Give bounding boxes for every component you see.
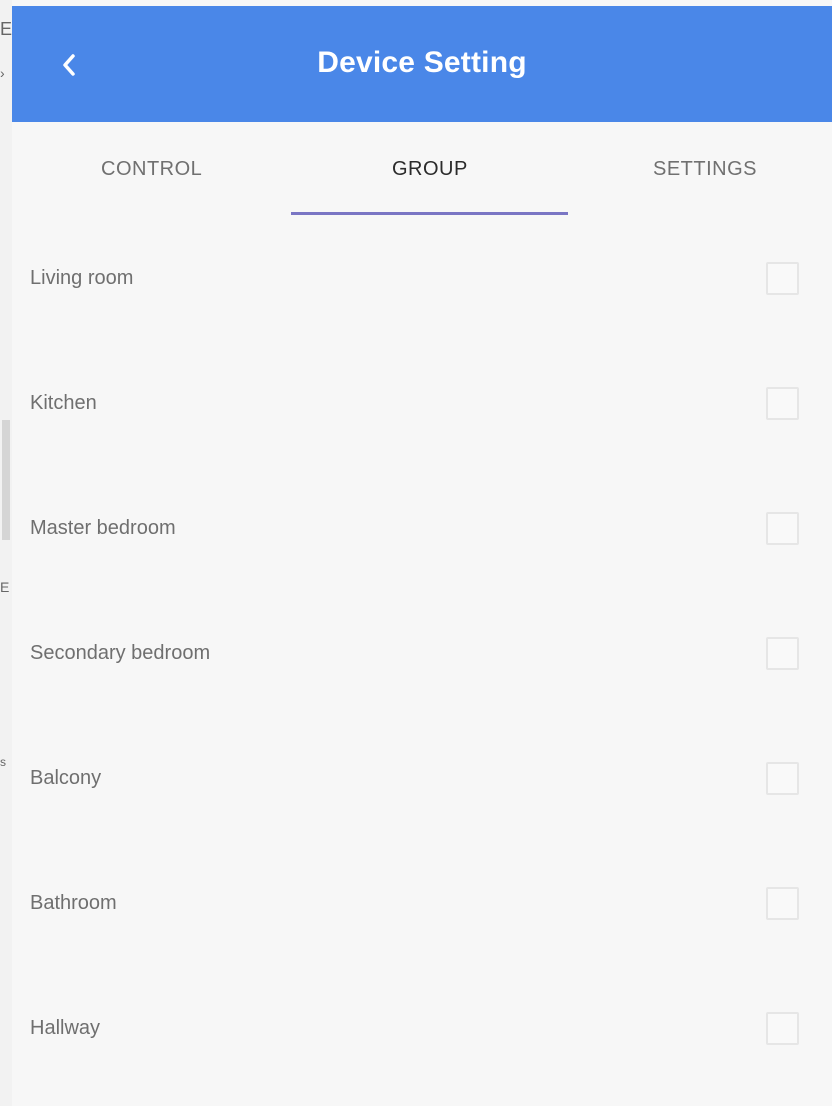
tab-bar: CONTROL GROUP SETTINGS <box>12 122 832 222</box>
background-text-fragment: E <box>0 19 13 39</box>
group-checkbox[interactable] <box>766 262 799 295</box>
group-item-balcony[interactable]: Balcony <box>12 717 832 842</box>
tab-control[interactable]: CONTROL <box>101 158 202 181</box>
group-label: Living room <box>30 267 134 289</box>
group-label: Balcony <box>30 767 102 789</box>
tab-settings[interactable]: SETTINGS <box>653 158 757 181</box>
group-checkbox[interactable] <box>766 637 799 670</box>
page-title: Device Setting <box>317 46 527 79</box>
group-item-bathroom[interactable]: Bathroom <box>12 842 832 967</box>
group-checkbox[interactable] <box>766 512 799 545</box>
group-list: Living room Kitchen Master bedroom Secon… <box>12 217 832 1092</box>
group-label: Hallway <box>30 1017 101 1039</box>
group-checkbox[interactable] <box>766 762 799 795</box>
group-label: Master bedroom <box>30 517 176 539</box>
background-text-fragment: › <box>0 65 5 81</box>
group-checkbox[interactable] <box>766 1012 799 1045</box>
app-bar: Device Setting <box>12 6 832 122</box>
background-text-fragment: E <box>0 579 10 595</box>
group-item-master-bedroom[interactable]: Master bedroom <box>12 467 832 592</box>
group-label: Bathroom <box>30 892 117 914</box>
active-tab-indicator <box>291 212 568 215</box>
group-checkbox[interactable] <box>766 387 799 420</box>
group-item-kitchen[interactable]: Kitchen <box>12 342 832 467</box>
group-checkbox[interactable] <box>766 887 799 920</box>
group-item-hallway[interactable]: Hallway <box>12 967 832 1092</box>
background-text-fragment: s <box>0 755 6 769</box>
background-scroll-mark <box>2 420 10 540</box>
group-label: Secondary bedroom <box>30 642 211 664</box>
group-item-living-room[interactable]: Living room <box>12 217 832 342</box>
group-label: Kitchen <box>30 392 97 414</box>
tab-group[interactable]: GROUP <box>392 158 468 181</box>
group-item-secondary-bedroom[interactable]: Secondary bedroom <box>12 592 832 717</box>
device-setting-screen: Device Setting CONTROL GROUP SETTINGS Li… <box>12 0 832 1106</box>
